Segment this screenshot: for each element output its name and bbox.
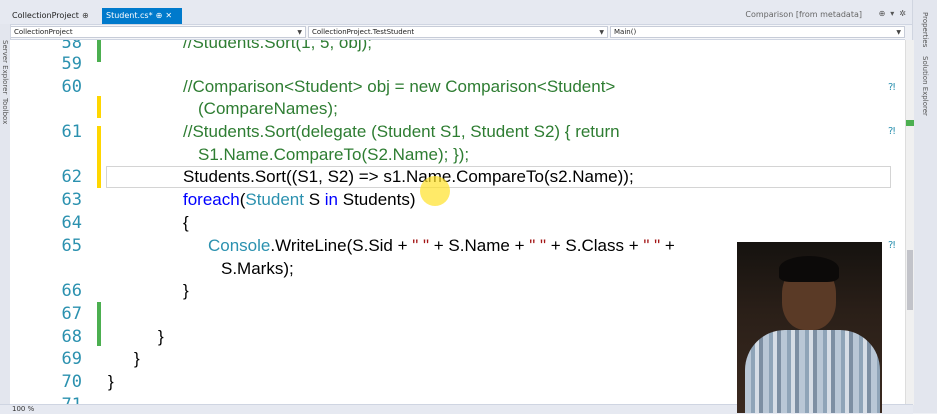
code-line: 60 //Comparison<Student> obj = new Compa… — [10, 76, 905, 98]
comment-text: //Students.Sort(delegate (Student S1, St… — [183, 122, 620, 141]
chevron-down-icon[interactable]: ▾ — [890, 9, 899, 18]
edit-marker-icon[interactable]: ⁈ — [888, 240, 895, 251]
close-icon[interactable]: ✕ — [165, 11, 172, 20]
line-number: 68 — [61, 327, 82, 347]
change-marker — [906, 120, 914, 126]
pin-icon[interactable]: ⊕ — [82, 11, 89, 20]
edit-marker-icon[interactable]: ⁈ — [888, 126, 895, 137]
string-literal: " " — [529, 236, 547, 255]
string-literal: " " — [643, 236, 661, 255]
comment-text: //Students.Sort(1, 5, obj); — [183, 40, 372, 52]
type-console: Console — [208, 236, 271, 255]
code-line: 64 { — [10, 212, 905, 234]
right-tool-strip: Properties Solution Explorer — [912, 0, 937, 413]
toolbox-tab[interactable]: Toolbox — [1, 98, 9, 124]
keyword-in: in — [324, 190, 339, 209]
code-token: + S.Name + — [429, 236, 530, 255]
line-number: 69 — [61, 349, 82, 369]
keyword-foreach: foreach — [183, 190, 240, 209]
code-token: + — [660, 236, 675, 255]
code-text: } — [183, 281, 189, 300]
project-dropdown-value: CollectionProject — [14, 28, 73, 36]
type-dropdown[interactable]: CollectionProject.TestStudent ▼ — [308, 26, 608, 38]
scrollbar-thumb[interactable] — [907, 250, 913, 310]
pin-icon[interactable]: ⊕ — [879, 9, 891, 18]
code-token: + S.Class + — [546, 236, 644, 255]
tab-student-cs[interactable]: Student.cs* ⊕ ✕ — [102, 8, 182, 24]
line-number: 60 — [61, 77, 82, 97]
preview-tab-comparison[interactable]: Comparison [from metadata] — [745, 10, 862, 19]
properties-tab[interactable]: Properties — [921, 12, 929, 47]
string-literal: " " — [412, 236, 430, 255]
server-explorer-tab[interactable]: Server Explorer — [1, 40, 9, 94]
code-text: } — [134, 349, 140, 368]
code-text: Students.Sort((S1, S2) => s1.Name.Compar… — [183, 167, 634, 186]
chevron-down-icon: ▼ — [599, 29, 604, 36]
edit-marker-icon[interactable]: ⁈ — [888, 82, 895, 93]
code-token: .WriteLine(S.Sid + — [270, 236, 413, 255]
member-dropdown[interactable]: Main() ▼ — [610, 26, 905, 38]
code-token: Students) — [338, 190, 416, 209]
tab-collection-project[interactable]: CollectionProject ⊕ — [8, 8, 108, 24]
code-line: 59 — [10, 53, 905, 75]
comment-text: (CompareNames); — [198, 99, 338, 118]
type-student: Student — [245, 190, 304, 209]
line-number: 62 — [61, 167, 82, 187]
settings-icon[interactable]: ✲ — [899, 9, 911, 18]
code-text: S.Marks); — [221, 259, 294, 278]
code-line: 58 //Students.Sort(1, 5, obj); — [10, 40, 905, 54]
code-token: S — [303, 190, 325, 209]
type-dropdown-value: CollectionProject.TestStudent — [312, 28, 415, 36]
presenter-shirt — [745, 330, 880, 413]
tab-label: Student.cs* — [106, 11, 153, 20]
line-number: 66 — [61, 281, 82, 301]
line-number: 58 — [61, 40, 82, 53]
code-text: Console.WriteLine(S.Sid + " " + S.Name +… — [208, 235, 675, 257]
mouse-cursor-highlight — [420, 176, 450, 206]
line-number: 61 — [61, 122, 82, 142]
code-line: 63 foreach(Student S in Students) — [10, 189, 905, 211]
presenter-video-overlay — [737, 242, 882, 413]
member-dropdown-value: Main() — [614, 28, 637, 36]
code-text: foreach(Student S in Students) — [183, 189, 416, 211]
line-number: 70 — [61, 372, 82, 392]
chevron-down-icon: ▼ — [297, 29, 302, 36]
project-dropdown[interactable]: CollectionProject ▼ — [10, 26, 306, 38]
line-number: 65 — [61, 236, 82, 256]
code-line: 62 Students.Sort((S1, S2) => s1.Name.Com… — [10, 166, 905, 188]
line-number: 63 — [61, 190, 82, 210]
vertical-scrollbar[interactable] — [905, 40, 914, 405]
presenter-hair — [779, 256, 839, 282]
code-text: } — [108, 372, 114, 391]
solution-explorer-tab[interactable]: Solution Explorer — [921, 56, 929, 116]
code-line-wrapped: S1.Name.CompareTo(S2.Name); }); — [10, 144, 905, 166]
line-number: 59 — [61, 54, 82, 74]
code-line: 61 //Students.Sort(delegate (Student S1,… — [10, 121, 905, 143]
comment-text: S1.Name.CompareTo(S2.Name); }); — [198, 145, 470, 164]
code-line-wrapped: (CompareNames); — [10, 98, 905, 120]
code-text: { — [183, 213, 189, 232]
line-number: 64 — [61, 213, 82, 233]
code-text: } — [158, 327, 164, 346]
pin-icon[interactable]: ⊕ — [156, 11, 163, 20]
chevron-down-icon: ▼ — [896, 29, 901, 36]
navigation-bar: CollectionProject ▼ CollectionProject.Te… — [10, 25, 905, 40]
comment-text: //Comparison<Student> obj = new Comparis… — [183, 77, 616, 96]
document-tab-bar: CollectionProject ⊕ Student.cs* ⊕ ✕ Compari… — [0, 0, 937, 25]
line-number: 67 — [61, 304, 82, 324]
tab-label: CollectionProject — [12, 11, 79, 20]
tab-controls[interactable]: ⊕▾✲ — [879, 9, 911, 18]
